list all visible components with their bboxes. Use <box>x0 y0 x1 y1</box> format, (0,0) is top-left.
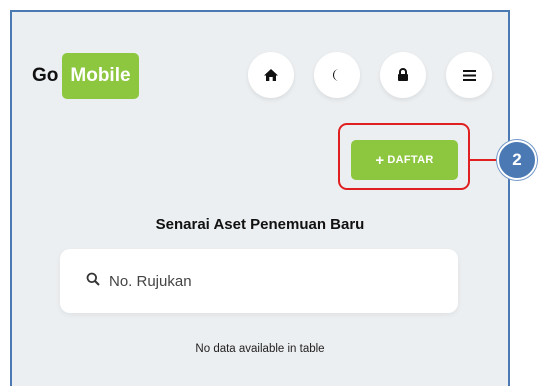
menu-button[interactable] <box>446 52 492 98</box>
search-icon <box>86 272 107 291</box>
page-title: Senarai Aset Penemuan Baru <box>155 216 365 233</box>
lock-icon <box>397 68 409 82</box>
dark-mode-button[interactable] <box>314 52 360 98</box>
empty-table-message: No data available in table <box>195 343 325 355</box>
logo-go-text: Go <box>32 65 59 86</box>
logo[interactable]: Go Mobile <box>32 53 139 99</box>
lock-button[interactable] <box>380 52 426 98</box>
logo-mobile-text: Mobile <box>62 53 139 99</box>
home-button[interactable] <box>248 52 294 98</box>
daftar-button[interactable]: + DAFTAR <box>351 140 458 180</box>
menu-icon <box>462 69 476 81</box>
plus-icon: + <box>375 151 385 169</box>
home-icon <box>263 68 279 82</box>
search-box[interactable] <box>60 249 458 313</box>
moon-icon <box>330 68 344 82</box>
daftar-label: DAFTAR <box>387 154 434 166</box>
step-number-badge: 2 <box>497 140 537 180</box>
search-input[interactable] <box>107 271 431 291</box>
callout-connector <box>470 159 498 161</box>
